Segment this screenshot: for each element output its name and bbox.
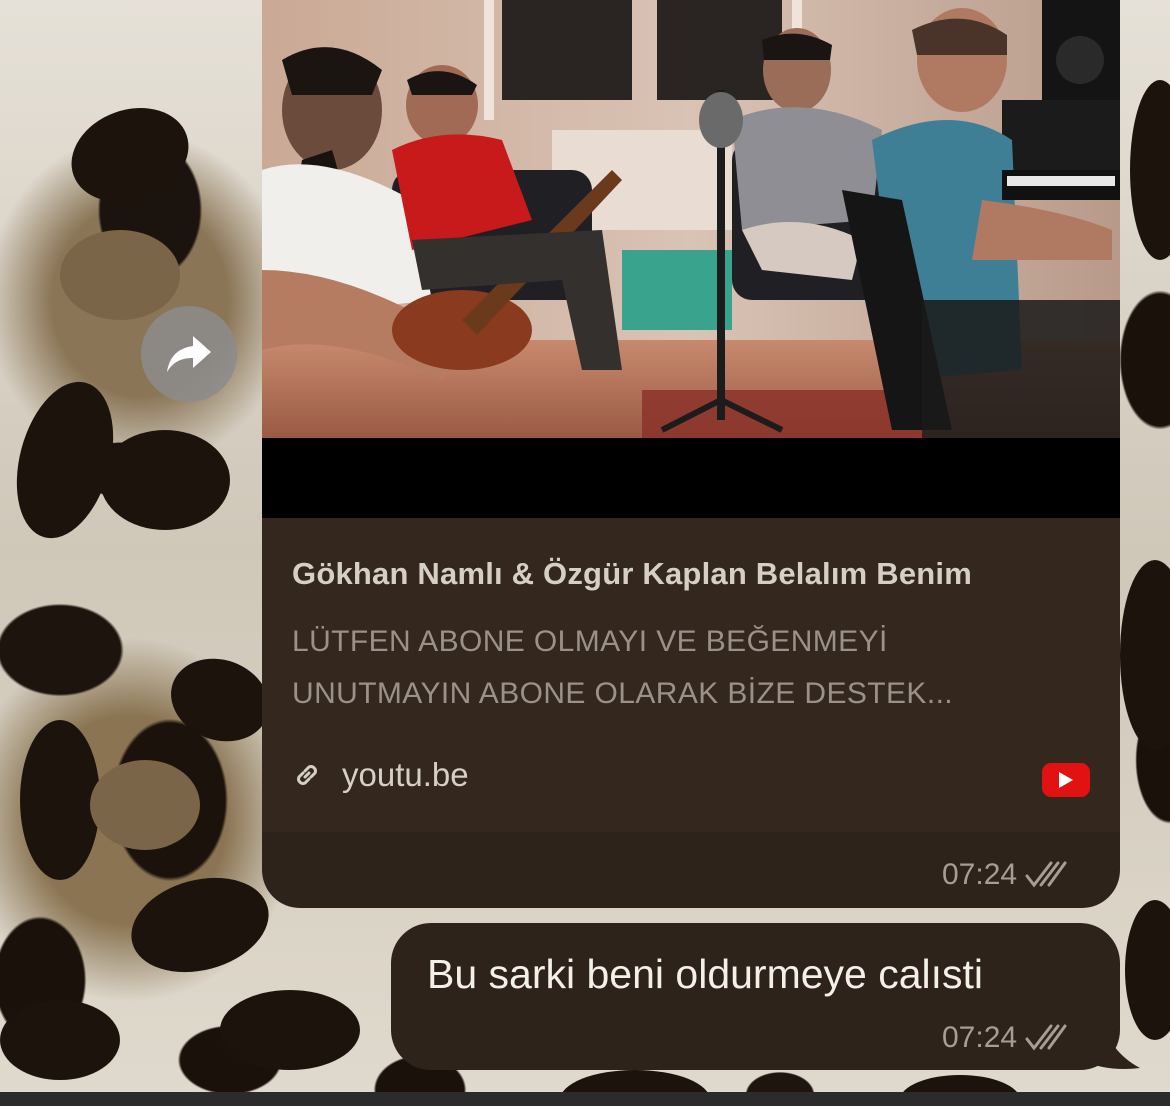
link-description: LÜTFEN ABONE OLMAYI VE BEĞENMEYİ UNUTMAY… — [292, 616, 1092, 720]
text-message[interactable]: Bu sarki beni oldurmeye calısti 07:24 — [391, 923, 1120, 1070]
forward-button[interactable] — [141, 306, 237, 402]
message-meta: 07:24 — [942, 858, 1067, 892]
input-bar-edge — [0, 1092, 1170, 1106]
link-preview-message[interactable]: Gökhan Namlı & Özgür Kaplan Belalım Beni… — [262, 0, 1120, 908]
link-description-line: LÜTFEN ABONE OLMAYI VE BEĞENMEYİ — [292, 625, 888, 658]
message-meta: 07:24 — [942, 1021, 1067, 1055]
forward-arrow-icon — [167, 336, 211, 372]
link-icon — [297, 765, 317, 785]
message-time: 07:24 — [942, 1021, 1018, 1054]
message-text: Bu sarki beni oldurmeye calısti — [427, 951, 984, 997]
link-preview-card[interactable]: Gökhan Namlı & Özgür Kaplan Belalım Beni… — [262, 518, 1120, 832]
message-time: 07:24 — [942, 858, 1018, 891]
youtube-icon[interactable] — [1042, 763, 1090, 797]
link-domain-row[interactable]: youtu.be — [292, 755, 469, 795]
link-description-line: UNUTMAYIN ABONE OLARAK BİZE DESTEK... — [292, 677, 954, 710]
double-check-icon — [1025, 1024, 1067, 1051]
video-thumbnail[interactable] — [262, 0, 1120, 438]
link-domain: youtu.be — [342, 756, 469, 793]
double-check-icon — [1025, 861, 1067, 888]
thumbnail-letterbox — [262, 438, 1120, 518]
link-title: Gökhan Namlı & Özgür Kaplan Belalım Beni… — [292, 556, 972, 591]
